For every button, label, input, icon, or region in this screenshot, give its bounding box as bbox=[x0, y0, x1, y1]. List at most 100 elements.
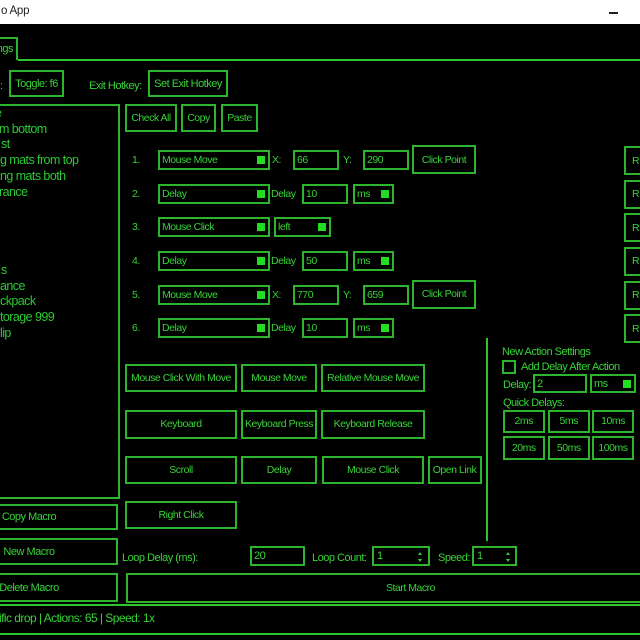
exit-hotkey-label: Exit Hotkey: bbox=[89, 79, 142, 93]
add-mouse-click-button[interactable]: Mouse Click bbox=[322, 456, 424, 484]
delay-input[interactable]: 2 bbox=[533, 374, 587, 393]
remove-action-button[interactable]: R bbox=[624, 281, 640, 310]
add-right-click-button[interactable]: Right Click bbox=[125, 501, 237, 529]
action-type-combo[interactable]: Delay bbox=[158, 318, 270, 338]
add-delay-checkbox[interactable] bbox=[502, 360, 516, 374]
add-mouse-move-button[interactable]: Mouse Move bbox=[241, 364, 317, 392]
set-exit-hotkey-button[interactable]: Set Exit Hotkey bbox=[148, 70, 228, 97]
add-open-link-button[interactable]: Open Link bbox=[428, 456, 482, 484]
action-type-value: Mouse Move bbox=[162, 287, 217, 303]
spinner-up-icon[interactable] bbox=[506, 552, 510, 555]
action-type-combo[interactable]: Delay bbox=[158, 251, 270, 271]
action-type-value: Mouse Move bbox=[162, 152, 217, 168]
macro-list-item[interactable] bbox=[2, 200, 118, 216]
combo-indicator-icon bbox=[257, 257, 265, 265]
copy-button[interactable]: Copy bbox=[181, 104, 216, 132]
macro-list[interactable]: em bottomstg mats from topng mats bothra… bbox=[0, 104, 120, 499]
macro-list-item[interactable]: st bbox=[1, 137, 117, 153]
remove-action-button[interactable]: R bbox=[624, 213, 640, 242]
delay-value-input[interactable]: 50 bbox=[302, 251, 348, 271]
add-keyboard-press-button[interactable]: Keyboard Press bbox=[241, 410, 317, 439]
delay-unit-combo[interactable]: ms bbox=[353, 318, 394, 338]
quick-delay-50ms-button[interactable]: 50ms bbox=[548, 436, 590, 460]
delay-value: 10 bbox=[306, 320, 317, 336]
macro-list-item[interactable]: lip bbox=[0, 326, 116, 342]
add-relative-mouse-move-button[interactable]: Relative Mouse Move bbox=[321, 364, 425, 392]
quick-delay-2ms-button[interactable]: 2ms bbox=[503, 410, 546, 433]
delay-unit-value: ms bbox=[357, 186, 370, 202]
macro-list-item[interactable]: ckpack bbox=[0, 294, 116, 310]
action-row-index: 6. bbox=[132, 321, 140, 335]
start-macro-button[interactable]: Start Macro bbox=[126, 573, 640, 603]
quick-delay-100ms-button[interactable]: 100ms bbox=[592, 436, 634, 460]
action-row-index: 5. bbox=[132, 288, 140, 302]
new-macro-button[interactable]: New Macro bbox=[0, 538, 118, 565]
delay-unit-combo[interactable]: ms bbox=[590, 374, 636, 393]
click-point-button[interactable]: Click Point bbox=[412, 280, 476, 309]
status-bar-top-line bbox=[0, 604, 640, 606]
add-delay-button[interactable]: Delay bbox=[241, 456, 317, 484]
loop-count-spinner[interactable]: 1 bbox=[372, 546, 430, 566]
x-input[interactable]: 770 bbox=[293, 285, 339, 305]
add-scroll-button[interactable]: Scroll bbox=[125, 456, 237, 484]
macro-list-item[interactable]: e bbox=[0, 106, 111, 122]
action-type-combo[interactable]: Mouse Move bbox=[158, 285, 270, 305]
add-keyboard-button[interactable]: Keyboard bbox=[125, 410, 237, 439]
minimize-icon[interactable] bbox=[609, 12, 619, 14]
macro-list-item[interactable] bbox=[2, 216, 118, 232]
toggle-hotkey-button[interactable]: Toggle: f6 bbox=[9, 70, 64, 97]
remove-action-button[interactable]: R bbox=[624, 247, 640, 276]
spinner-down-icon[interactable] bbox=[506, 559, 510, 562]
macro-list-item[interactable]: g mats from top bbox=[0, 153, 116, 169]
spinner-down-icon[interactable] bbox=[418, 559, 422, 562]
tab-settings[interactable]: ngs bbox=[0, 37, 18, 60]
add-keyboard-release-button[interactable]: Keyboard Release bbox=[321, 410, 425, 439]
x-label: X: bbox=[272, 288, 281, 302]
remove-action-button[interactable]: R bbox=[624, 314, 640, 343]
y-input[interactable]: 290 bbox=[363, 150, 409, 170]
combo-indicator-icon bbox=[257, 291, 265, 299]
check-all-button[interactable]: Check All bbox=[125, 104, 177, 132]
macro-list-item[interactable]: m bottom bbox=[0, 122, 115, 138]
macro-list-item[interactable]: torage 999 bbox=[0, 310, 116, 326]
x-value: 66 bbox=[297, 152, 308, 168]
macro-list-item[interactable]: ng mats both bbox=[0, 169, 116, 185]
x-value: 770 bbox=[297, 287, 313, 303]
action-type-combo[interactable]: Mouse Move bbox=[158, 150, 270, 170]
delay-value-input[interactable]: 10 bbox=[302, 184, 348, 204]
macro-list-item[interactable] bbox=[2, 232, 118, 248]
macro-list-item[interactable]: s bbox=[1, 263, 117, 279]
copy-macro-button[interactable]: Copy Macro bbox=[0, 504, 118, 530]
macro-list-item[interactable]: rance bbox=[0, 185, 115, 201]
add-delay-checkbox-label: Add Delay After Action bbox=[521, 360, 620, 374]
macro-list-item[interactable]: ance bbox=[0, 279, 116, 295]
new-action-settings-border bbox=[486, 338, 488, 541]
spinner-up-icon[interactable] bbox=[418, 552, 422, 555]
delay-unit-combo[interactable]: ms bbox=[353, 184, 394, 204]
remove-action-button[interactable]: R bbox=[624, 180, 640, 209]
delay-value-input[interactable]: 10 bbox=[302, 318, 348, 338]
quick-delays-label: Quick Delays: bbox=[503, 396, 564, 410]
click-point-button[interactable]: Click Point bbox=[412, 145, 476, 174]
delete-macro-button[interactable]: Delete Macro bbox=[0, 573, 118, 602]
toggle-hotkey-label: : bbox=[0, 79, 3, 93]
remove-action-button[interactable]: R bbox=[624, 146, 640, 175]
paste-button[interactable]: Paste bbox=[221, 104, 258, 132]
x-input[interactable]: 66 bbox=[293, 150, 339, 170]
quick-delay-10ms-button[interactable]: 10ms bbox=[592, 410, 634, 433]
action-type-combo[interactable]: Mouse Click bbox=[158, 217, 270, 237]
loop-delay-input[interactable]: 20 bbox=[250, 546, 305, 566]
macro-list-item[interactable] bbox=[2, 247, 118, 263]
delay-unit-combo[interactable]: ms bbox=[353, 251, 394, 271]
combo-indicator-icon bbox=[623, 380, 631, 388]
action-type-combo[interactable]: Delay bbox=[158, 184, 270, 204]
action-type-value: Delay bbox=[162, 253, 186, 269]
quick-delay-5ms-button[interactable]: 5ms bbox=[548, 410, 590, 433]
speed-value: 1 bbox=[477, 548, 483, 564]
add-mouse-click-with-move-button[interactable]: Mouse Click With Move bbox=[125, 364, 237, 392]
mouse-button-combo[interactable]: left bbox=[274, 217, 331, 237]
quick-delay-20ms-button[interactable]: 20ms bbox=[503, 436, 546, 460]
y-input[interactable]: 659 bbox=[363, 285, 409, 305]
speed-spinner[interactable]: 1 bbox=[472, 546, 517, 566]
action-row-index: 4. bbox=[132, 254, 140, 268]
